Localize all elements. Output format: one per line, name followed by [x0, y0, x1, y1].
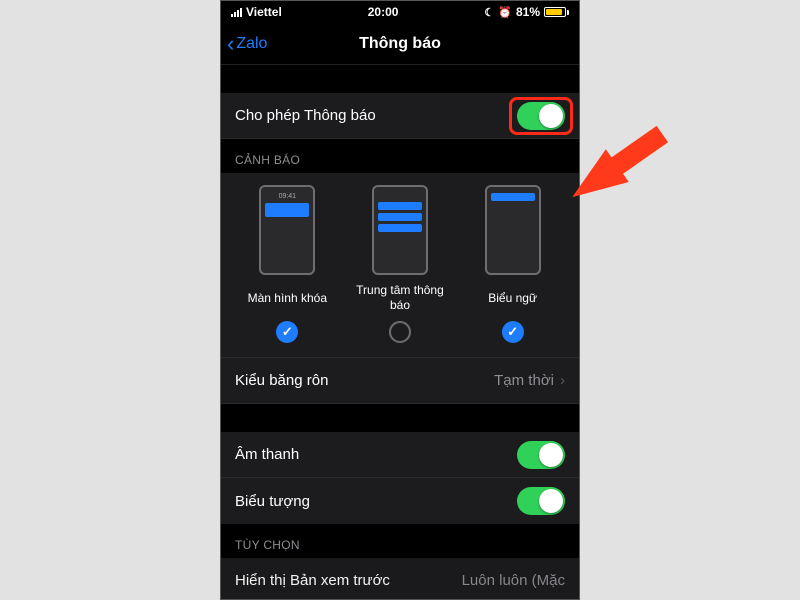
notifcenter-preview-icon	[372, 185, 428, 275]
phone-frame: Viettel 20:00 ☾ ⏰ 81% ‹ Zalo Thông báo C…	[220, 0, 580, 600]
banner-preview-icon	[485, 185, 541, 275]
signal-bars-icon	[231, 8, 242, 17]
options-header: TÙY CHỌN	[221, 524, 579, 558]
alert-option-label: Màn hình khóa	[248, 283, 327, 313]
badge-label: Biểu tượng	[235, 493, 517, 510]
page-title: Thông báo	[221, 35, 579, 53]
allow-notifications-label: Cho phép Thông báo	[235, 107, 517, 124]
alerts-group: 09:41 Màn hình khóa ✓ Trung tâm thông bá…	[221, 173, 579, 358]
lockscreen-preview-icon: 09:41	[259, 185, 315, 275]
preview-value: Luôn luôn (Mặc	[462, 572, 565, 589]
back-button[interactable]: ‹ Zalo	[227, 33, 267, 55]
alert-option-lockscreen[interactable]: 09:41 Màn hình khóa ✓	[237, 185, 337, 343]
back-label: Zalo	[236, 35, 267, 53]
sound-toggle[interactable]	[517, 441, 565, 469]
alert-option-label: Trung tâm thông báo	[350, 283, 450, 313]
checkmark-icon[interactable]: ✓	[502, 321, 524, 343]
badge-cell[interactable]: Biểu tượng	[221, 478, 579, 524]
alert-option-banner[interactable]: Biểu ngữ ✓	[463, 185, 563, 343]
chevron-left-icon: ‹	[227, 33, 234, 55]
allow-notifications-toggle[interactable]	[517, 102, 565, 130]
alarm-icon: ⏰	[498, 6, 512, 19]
preview-label: Hiển thị Bản xem trước	[235, 572, 462, 589]
pointer-arrow-icon	[570, 120, 690, 235]
alert-option-label: Biểu ngữ	[488, 283, 537, 313]
preview-cell[interactable]: Hiển thị Bản xem trước Luôn luôn (Mặc	[221, 558, 579, 600]
sound-cell[interactable]: Âm thanh	[221, 432, 579, 478]
checkmark-icon[interactable]: ✓	[276, 321, 298, 343]
banner-style-cell[interactable]: Kiểu băng rôn Tạm thời ›	[221, 358, 579, 404]
alerts-header: CẢNH BÁO	[221, 139, 579, 173]
sound-label: Âm thanh	[235, 446, 517, 463]
clock: 20:00	[282, 5, 485, 19]
banner-style-label: Kiểu băng rôn	[235, 372, 494, 389]
badge-toggle[interactable]	[517, 487, 565, 515]
nav-bar: ‹ Zalo Thông báo	[221, 23, 579, 65]
battery-icon	[544, 7, 569, 17]
battery-pct: 81%	[516, 5, 540, 19]
banner-style-value: Tạm thời	[494, 372, 554, 389]
alert-option-notifcenter[interactable]: Trung tâm thông báo	[350, 185, 450, 343]
battery-fill	[546, 9, 562, 15]
chevron-right-icon: ›	[560, 372, 565, 389]
status-bar: Viettel 20:00 ☾ ⏰ 81%	[221, 1, 579, 23]
moon-icon: ☾	[484, 6, 494, 19]
checkmark-icon[interactable]	[389, 321, 411, 343]
allow-notifications-cell[interactable]: Cho phép Thông báo	[221, 93, 579, 139]
carrier-label: Viettel	[246, 5, 282, 19]
